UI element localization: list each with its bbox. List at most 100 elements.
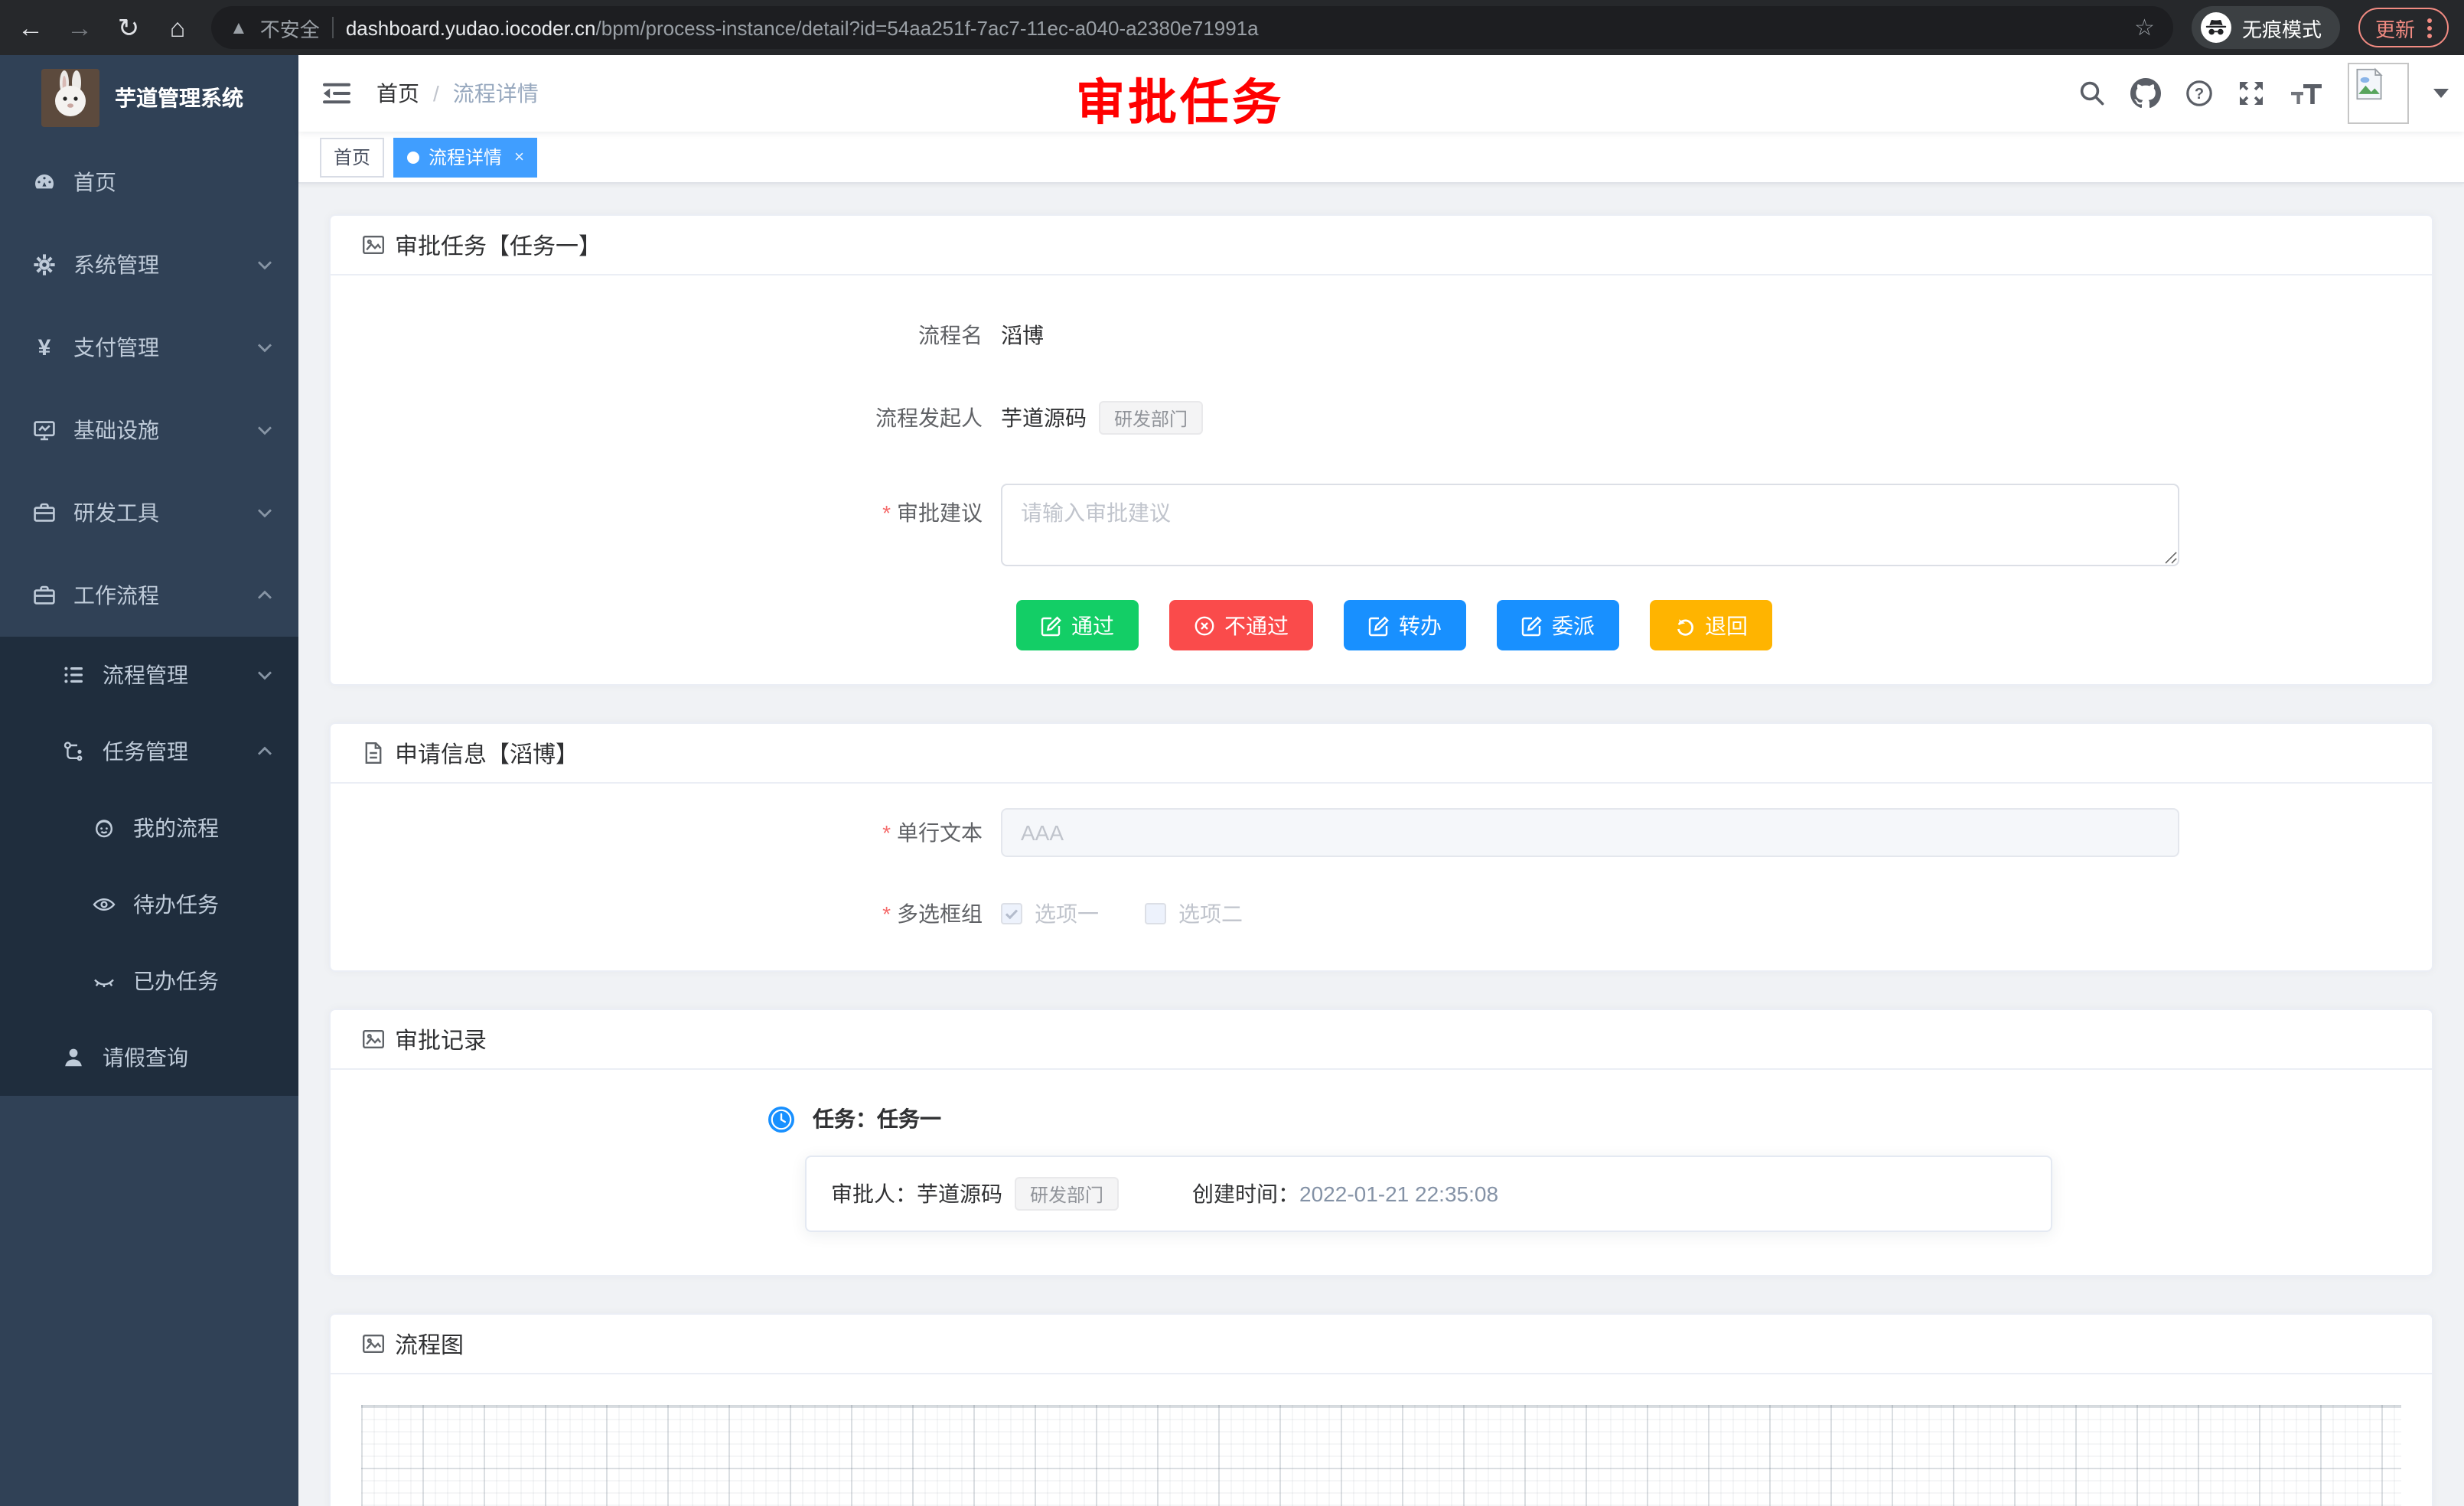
sidebar-item-system[interactable]: 系统管理 bbox=[0, 223, 298, 306]
sidebar-item-task-mgmt[interactable]: 任务管理 bbox=[0, 713, 298, 790]
gear-icon bbox=[32, 253, 57, 277]
picture-icon bbox=[361, 1332, 386, 1356]
checkbox-option2[interactable]: 选项二 bbox=[1145, 898, 1243, 929]
tab-label: 首页 bbox=[334, 144, 370, 170]
flow-icon bbox=[61, 739, 86, 764]
font-size-icon[interactable] bbox=[2290, 80, 2323, 107]
create-time-value: 2022-01-21 22:35:08 bbox=[1299, 1182, 1498, 1206]
breadcrumb-home[interactable]: 首页 bbox=[376, 78, 419, 109]
sidebar-item-process-mgmt[interactable]: 流程管理 bbox=[0, 637, 298, 713]
github-icon[interactable] bbox=[2130, 78, 2161, 109]
tab-home[interactable]: 首页 bbox=[320, 137, 384, 177]
app-title: 芋道管理系统 bbox=[115, 83, 243, 113]
checkbox-group-row: *多选框组 选项一 选项二 bbox=[361, 897, 2401, 931]
eye-open-icon bbox=[92, 892, 116, 917]
card-title: 申请信息【滔博】 bbox=[395, 737, 579, 769]
required-asterisk: * bbox=[882, 901, 891, 926]
delegate-button[interactable]: 委派 bbox=[1497, 600, 1619, 650]
dept-tag: 研发部门 bbox=[1015, 1177, 1119, 1211]
bpmn-canvas-grid[interactable] bbox=[361, 1405, 2401, 1506]
avatar[interactable] bbox=[2348, 63, 2409, 124]
search-icon[interactable] bbox=[2078, 80, 2106, 107]
card-header: 审批记录 bbox=[331, 1010, 2432, 1070]
sidebar-item-label: 工作流程 bbox=[73, 580, 159, 611]
avatar-caret-icon[interactable] bbox=[2433, 89, 2449, 98]
sidebar-item-label: 我的流程 bbox=[133, 813, 219, 843]
help-icon[interactable]: ? bbox=[2185, 80, 2213, 107]
browser-toolbar: ← → ↻ ⌂ ▲ 不安全 dashboard.yudao.iocoder.cn… bbox=[0, 0, 2464, 55]
reject-button[interactable]: 不通过 bbox=[1169, 600, 1313, 650]
sidebar-item-home[interactable]: 首页 bbox=[0, 141, 298, 223]
update-label: 更新 bbox=[2375, 13, 2415, 42]
approver-label: 审批人： bbox=[831, 1178, 917, 1209]
tab-process-detail[interactable]: 流程详情 × bbox=[393, 137, 538, 177]
sidebar-item-label: 首页 bbox=[73, 167, 116, 197]
process-diagram-card: 流程图 bbox=[329, 1313, 2433, 1506]
incognito-badge: 无痕模式 bbox=[2192, 6, 2340, 49]
approve-button[interactable]: 通过 bbox=[1016, 600, 1139, 650]
bookmark-star-icon[interactable]: ☆ bbox=[2134, 14, 2155, 41]
sidebar-item-infra[interactable]: 基础设施 bbox=[0, 389, 298, 471]
sidebar-item-label: 研发工具 bbox=[73, 497, 159, 528]
page-content: 审批任务【任务一】 流程名 滔博 流程发起人 芋道源码 研发部门 bbox=[298, 184, 2464, 1506]
sidebar-item-todo-tasks[interactable]: 待办任务 bbox=[0, 866, 298, 943]
browser-window: ← → ↻ ⌂ ▲ 不安全 dashboard.yudao.iocoder.cn… bbox=[0, 0, 2464, 1506]
reload-icon[interactable]: ↻ bbox=[113, 15, 144, 41]
return-button[interactable]: 退回 bbox=[1650, 600, 1772, 650]
checkbox-checked-icon bbox=[1001, 903, 1022, 924]
checkbox-option1[interactable]: 选项一 bbox=[1001, 898, 1099, 929]
back-icon[interactable]: ← bbox=[15, 15, 46, 41]
edit-icon bbox=[1521, 614, 1543, 636]
dashboard-icon bbox=[32, 170, 57, 194]
home-icon[interactable]: ⌂ bbox=[162, 15, 193, 41]
required-asterisk: * bbox=[882, 820, 891, 845]
yen-icon: ¥ bbox=[32, 335, 57, 360]
toolbox-icon bbox=[32, 583, 57, 608]
monitor-icon bbox=[32, 418, 57, 442]
navbar: 首页 / 流程详情 审批任务 ? bbox=[298, 55, 2464, 132]
opinion-textarea[interactable] bbox=[1001, 484, 2179, 566]
svg-text:?: ? bbox=[2195, 86, 2204, 103]
process-name-value: 滔博 bbox=[1001, 320, 1044, 350]
card-title: 审批记录 bbox=[395, 1023, 487, 1055]
sidebar-item-label: 流程管理 bbox=[103, 660, 188, 690]
update-chrome-button[interactable]: 更新 bbox=[2358, 8, 2449, 47]
circle-close-icon bbox=[1194, 614, 1215, 636]
edit-icon bbox=[1368, 614, 1390, 636]
close-icon[interactable]: × bbox=[514, 148, 524, 166]
initiator-name: 芋道源码 bbox=[1001, 403, 1087, 433]
dept-tag: 研发部门 bbox=[1099, 401, 1203, 435]
forward-icon[interactable]: → bbox=[64, 15, 95, 41]
required-asterisk: * bbox=[882, 500, 891, 525]
breadcrumb-current: 流程详情 bbox=[453, 78, 539, 109]
sidebar-item-devtools[interactable]: 研发工具 bbox=[0, 471, 298, 554]
approver-name: 芋道源码 bbox=[917, 1178, 1002, 1209]
active-dot-icon bbox=[407, 151, 419, 163]
security-label: 不安全 bbox=[260, 13, 320, 42]
app-logo[interactable]: 芋道管理系统 bbox=[0, 55, 298, 141]
chevron-down-icon bbox=[256, 504, 274, 522]
approval-record-card: 审批记录 任务：任务一 审批人： 芋道源码 研发部门 创建时间： bbox=[329, 1009, 2433, 1276]
sidebar-collapse-icon[interactable] bbox=[298, 78, 352, 109]
field-label: *审批建议 bbox=[361, 484, 1001, 530]
broken-image-icon bbox=[2352, 67, 2386, 101]
sidebar-item-workflow[interactable]: 工作流程 bbox=[0, 554, 298, 637]
tab-label: 流程详情 bbox=[429, 144, 502, 170]
sidebar-item-leave-query[interactable]: 请假查询 bbox=[0, 1019, 298, 1096]
create-time-label: 创建时间： bbox=[1192, 1178, 1299, 1209]
sidebar-item-my-process[interactable]: 我的流程 bbox=[0, 790, 298, 866]
checkbox-label: 选项一 bbox=[1035, 898, 1099, 929]
address-bar[interactable]: ▲ 不安全 dashboard.yudao.iocoder.cn/bpm/pro… bbox=[211, 6, 2173, 49]
transfer-button[interactable]: 转办 bbox=[1344, 600, 1466, 650]
incognito-icon bbox=[2201, 12, 2231, 43]
navbar-actions: ? bbox=[2078, 63, 2464, 124]
application-info-card: 申请信息【滔博】 *单行文本 *多选框组 选项一 bbox=[329, 722, 2433, 972]
card-header: 审批任务【任务一】 bbox=[331, 216, 2432, 275]
browser-menu-icon[interactable] bbox=[2427, 18, 2432, 37]
sidebar-item-done-tasks[interactable]: 已办任务 bbox=[0, 943, 298, 1019]
fullscreen-icon[interactable] bbox=[2237, 80, 2265, 107]
clock-icon bbox=[768, 1106, 794, 1132]
sidebar-item-payment[interactable]: ¥ 支付管理 bbox=[0, 306, 298, 389]
single-line-text-input[interactable] bbox=[1001, 808, 2179, 857]
checkbox-group: 选项一 选项二 bbox=[1001, 898, 1289, 929]
